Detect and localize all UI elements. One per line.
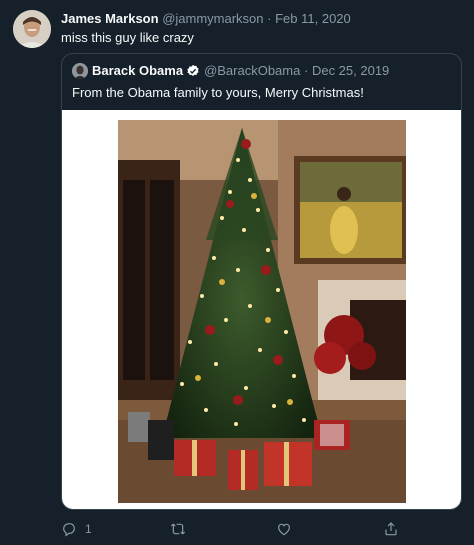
tweet-text: miss this guy like crazy: [61, 30, 194, 45]
tweet-date[interactable]: Feb 11, 2020: [275, 11, 351, 26]
tweet[interactable]: James Markson @jammymarkson · Feb 11, 20…: [0, 0, 474, 545]
share-icon: [385, 522, 397, 536]
verified-badge-icon: [187, 64, 199, 76]
retweet-icon: [170, 523, 186, 535]
share-button[interactable]: [383, 518, 399, 540]
quoted-date[interactable]: Dec 25, 2019: [312, 63, 389, 79]
author-name[interactable]: James Markson: [61, 11, 159, 26]
quoted-tweet[interactable]: Barack Obama @BarackObama · Dec 25, 2019…: [61, 53, 462, 510]
tweet-header: James Markson @jammymarkson · Feb 11, 20…: [61, 11, 351, 27]
quoted-tweet-text: From the Obama family to yours, Merry Ch…: [72, 85, 364, 100]
separator: ·: [267, 11, 272, 26]
reply-count: 1: [85, 522, 92, 536]
quoted-author-name[interactable]: Barack Obama: [92, 63, 183, 79]
reply-icon: [63, 523, 75, 537]
avatar[interactable]: [13, 10, 51, 48]
retweet-button[interactable]: [170, 518, 186, 540]
quoted-handle[interactable]: @BarackObama: [204, 63, 300, 79]
media-container[interactable]: [62, 110, 461, 509]
quoted-avatar[interactable]: [72, 63, 88, 79]
action-bar: 1: [61, 518, 461, 540]
christmas-tree-photo[interactable]: [118, 120, 406, 503]
author-handle[interactable]: @jammymarkson: [162, 11, 263, 26]
quoted-header: Barack Obama @BarackObama · Dec 25, 2019: [92, 63, 389, 79]
like-icon: [278, 523, 290, 536]
like-button[interactable]: [276, 518, 292, 540]
reply-button[interactable]: 1: [61, 518, 92, 540]
quoted-separator: ·: [303, 63, 309, 78]
